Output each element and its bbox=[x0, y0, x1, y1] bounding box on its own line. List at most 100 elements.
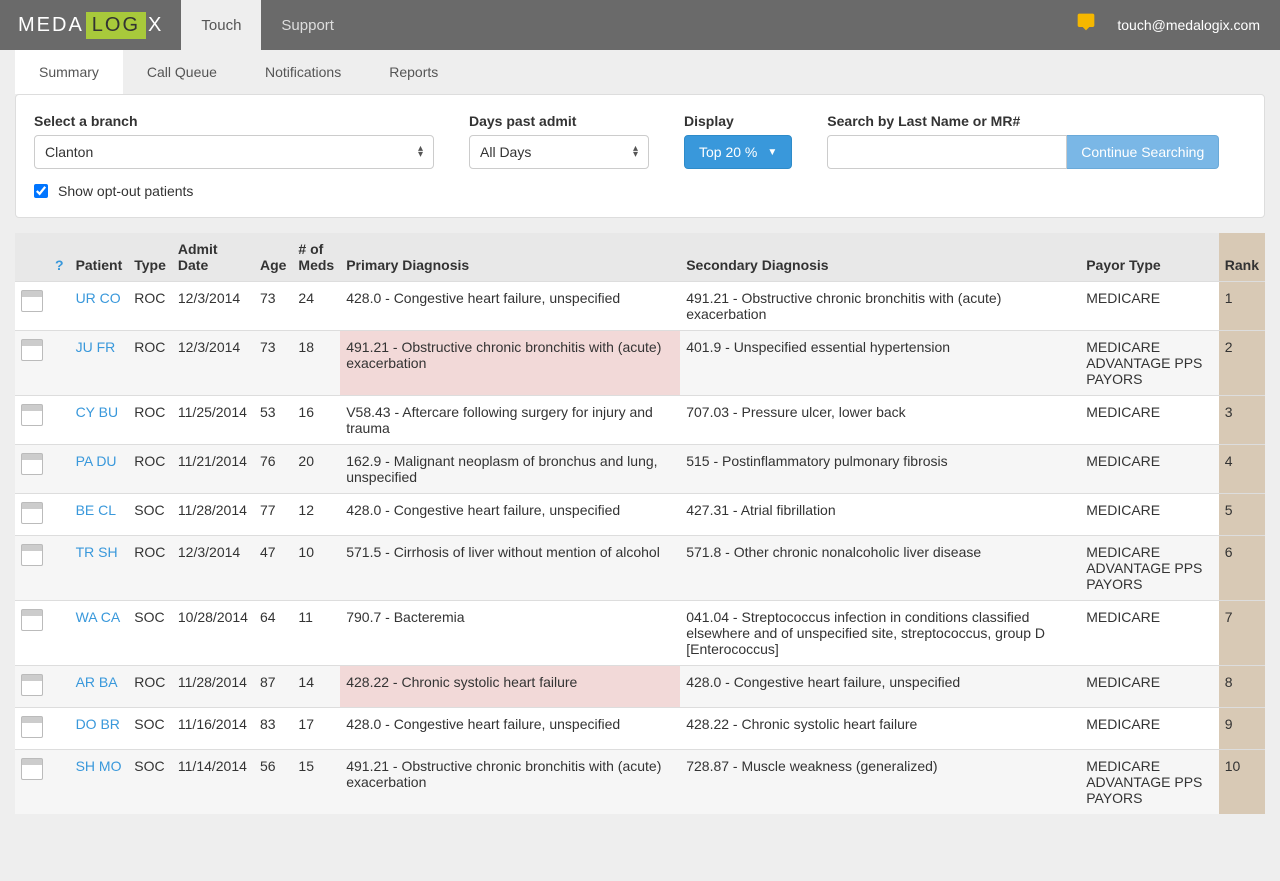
search-input[interactable] bbox=[827, 135, 1067, 169]
table-row: SH MOSOC11/14/20145615491.21 - Obstructi… bbox=[15, 750, 1265, 815]
nav-support[interactable]: Support bbox=[261, 0, 354, 50]
type-cell: SOC bbox=[128, 601, 172, 666]
col-patient[interactable]: Patient bbox=[70, 233, 129, 282]
tab-call-queue[interactable]: Call Queue bbox=[123, 50, 241, 94]
patient-cell[interactable]: PA DU bbox=[70, 445, 129, 494]
cal-cell[interactable] bbox=[15, 536, 49, 601]
tab-notifications[interactable]: Notifications bbox=[241, 50, 365, 94]
tab-summary[interactable]: Summary bbox=[15, 50, 123, 94]
table-row: UR COROC12/3/20147324428.0 - Congestive … bbox=[15, 282, 1265, 331]
meds-cell: 17 bbox=[292, 708, 340, 750]
q-cell bbox=[49, 331, 70, 396]
rank-cell: 6 bbox=[1219, 536, 1265, 601]
contact-email[interactable]: touch@medalogix.com bbox=[1117, 17, 1260, 33]
table-row: DO BRSOC11/16/20148317428.0 - Congestive… bbox=[15, 708, 1265, 750]
q-cell bbox=[49, 666, 70, 708]
cal-cell[interactable] bbox=[15, 494, 49, 536]
admit-cell: 11/25/2014 bbox=[172, 396, 254, 445]
updown-icon: ▴▾ bbox=[418, 146, 423, 158]
days-value: All Days bbox=[480, 144, 531, 160]
continue-searching-button[interactable]: Continue Searching bbox=[1067, 135, 1219, 169]
q-cell bbox=[49, 708, 70, 750]
col-secondary[interactable]: Secondary Diagnosis bbox=[680, 233, 1080, 282]
branch-select[interactable]: Clanton ▴▾ bbox=[34, 135, 434, 169]
primary-cell: 790.7 - Bacteremia bbox=[340, 601, 680, 666]
primary-cell: 491.21 - Obstructive chronic bronchitis … bbox=[340, 750, 680, 815]
type-cell: SOC bbox=[128, 494, 172, 536]
patient-cell[interactable]: BE CL bbox=[70, 494, 129, 536]
cal-cell[interactable] bbox=[15, 601, 49, 666]
patient-cell[interactable]: DO BR bbox=[70, 708, 129, 750]
display-button[interactable]: Top 20 % ▼ bbox=[684, 135, 792, 169]
table-row: PA DUROC11/21/20147620162.9 - Malignant … bbox=[15, 445, 1265, 494]
admit-cell: 11/28/2014 bbox=[172, 666, 254, 708]
rank-cell: 2 bbox=[1219, 331, 1265, 396]
nav-touch[interactable]: Touch bbox=[181, 0, 261, 50]
col-type[interactable]: Type bbox=[128, 233, 172, 282]
payor-cell: MEDICARE bbox=[1080, 494, 1219, 536]
chat-icon[interactable] bbox=[1075, 12, 1097, 38]
q-cell bbox=[49, 536, 70, 601]
brand-pre: MEDA bbox=[18, 14, 84, 37]
meds-cell: 12 bbox=[292, 494, 340, 536]
cal-cell[interactable] bbox=[15, 445, 49, 494]
rank-cell: 9 bbox=[1219, 708, 1265, 750]
payor-cell: MEDICARE bbox=[1080, 601, 1219, 666]
patient-cell[interactable]: AR BA bbox=[70, 666, 129, 708]
branch-label: Select a branch bbox=[34, 113, 434, 129]
patient-cell[interactable]: WA CA bbox=[70, 601, 129, 666]
patient-cell[interactable]: CY BU bbox=[70, 396, 129, 445]
rank-cell: 5 bbox=[1219, 494, 1265, 536]
table-row: TR SHROC12/3/20144710571.5 - Cirrhosis o… bbox=[15, 536, 1265, 601]
filter-panel: Select a branch Clanton ▴▾ Days past adm… bbox=[15, 94, 1265, 218]
payor-cell: MEDICARE ADVANTAGE PPS PAYORS bbox=[1080, 331, 1219, 396]
type-cell: SOC bbox=[128, 708, 172, 750]
patient-cell[interactable]: JU FR bbox=[70, 331, 129, 396]
col-meds[interactable]: # of Meds bbox=[292, 233, 340, 282]
meds-cell: 20 bbox=[292, 445, 340, 494]
opt-out-checkbox[interactable] bbox=[34, 184, 48, 198]
patient-cell[interactable]: SH MO bbox=[70, 750, 129, 815]
age-cell: 83 bbox=[254, 708, 292, 750]
meds-cell: 18 bbox=[292, 331, 340, 396]
topbar: MEDALOGX Touch Support touch@medalogix.c… bbox=[0, 0, 1280, 50]
patient-cell[interactable]: UR CO bbox=[70, 282, 129, 331]
patient-cell[interactable]: TR SH bbox=[70, 536, 129, 601]
cal-cell[interactable] bbox=[15, 708, 49, 750]
admit-cell: 10/28/2014 bbox=[172, 601, 254, 666]
secondary-cell: 041.04 - Streptococcus infection in cond… bbox=[680, 601, 1080, 666]
q-cell bbox=[49, 396, 70, 445]
cal-cell[interactable] bbox=[15, 396, 49, 445]
col-primary[interactable]: Primary Diagnosis bbox=[340, 233, 680, 282]
cal-cell[interactable] bbox=[15, 750, 49, 815]
meds-cell: 16 bbox=[292, 396, 340, 445]
col-q[interactable]: ? bbox=[49, 233, 70, 282]
payor-cell: MEDICARE bbox=[1080, 282, 1219, 331]
table-row: JU FRROC12/3/20147318491.21 - Obstructiv… bbox=[15, 331, 1265, 396]
meds-cell: 24 bbox=[292, 282, 340, 331]
type-cell: ROC bbox=[128, 666, 172, 708]
primary-cell: 162.9 - Malignant neoplasm of bronchus a… bbox=[340, 445, 680, 494]
q-cell bbox=[49, 750, 70, 815]
cal-cell[interactable] bbox=[15, 331, 49, 396]
col-rank[interactable]: Rank bbox=[1219, 233, 1265, 282]
age-cell: 53 bbox=[254, 396, 292, 445]
age-cell: 76 bbox=[254, 445, 292, 494]
type-cell: ROC bbox=[128, 282, 172, 331]
days-select[interactable]: All Days ▴▾ bbox=[469, 135, 649, 169]
brand-post: X bbox=[148, 14, 163, 37]
cal-cell[interactable] bbox=[15, 282, 49, 331]
primary-cell: 571.5 - Cirrhosis of liver without menti… bbox=[340, 536, 680, 601]
col-payor[interactable]: Payor Type bbox=[1080, 233, 1219, 282]
cal-cell[interactable] bbox=[15, 666, 49, 708]
payor-cell: MEDICARE bbox=[1080, 708, 1219, 750]
primary-cell: 428.0 - Congestive heart failure, unspec… bbox=[340, 282, 680, 331]
chevron-down-icon: ▼ bbox=[767, 147, 777, 158]
primary-cell: 491.21 - Obstructive chronic bronchitis … bbox=[340, 331, 680, 396]
col-admit[interactable]: Admit Date bbox=[172, 233, 254, 282]
type-cell: ROC bbox=[128, 331, 172, 396]
table-row: BE CLSOC11/28/20147712428.0 - Congestive… bbox=[15, 494, 1265, 536]
tab-reports[interactable]: Reports bbox=[365, 50, 462, 94]
admit-cell: 11/14/2014 bbox=[172, 750, 254, 815]
col-age[interactable]: Age bbox=[254, 233, 292, 282]
